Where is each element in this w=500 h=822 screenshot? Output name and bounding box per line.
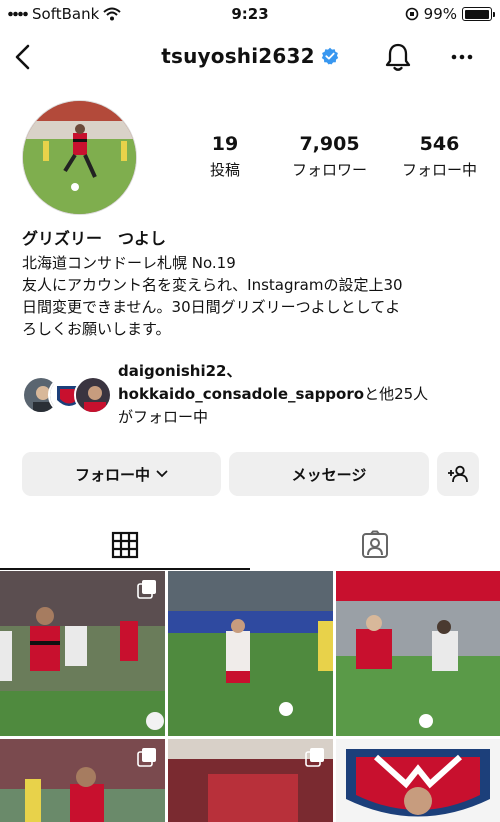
followed-by[interactable]: daigonishi22、 hokkaido_consadole_sapporo…	[22, 360, 492, 430]
following-button-label: フォロー中	[74, 465, 150, 484]
follower-name[interactable]: hokkaido_consadole_sapporo	[118, 385, 364, 403]
avatar-photo	[23, 101, 136, 214]
display-name: グリズリー つよし	[22, 229, 167, 248]
post-photo	[168, 571, 333, 736]
profile-header: tsuyoshi2632	[0, 32, 500, 82]
bio-line: ろしくお願いします。	[22, 320, 171, 338]
orientation-lock-icon	[405, 7, 418, 21]
profile-bio: グリズリー つよし 北海道コンサドーレ札幌 No.19 友人にアカウント名を変え…	[22, 228, 482, 340]
battery-icon	[462, 7, 495, 21]
tagged-person-icon	[362, 530, 388, 558]
followed-by-avatars	[22, 376, 112, 416]
followed-by-text: daigonishi22、 hokkaido_consadole_sapporo…	[118, 360, 428, 429]
multi-photo-icon	[137, 580, 156, 599]
stat-followers[interactable]: 7,905 フォロワー	[277, 133, 382, 180]
battery-level	[464, 9, 490, 19]
following-button[interactable]: フォロー中	[22, 452, 221, 496]
multi-photo-icon	[137, 748, 156, 767]
username: tsuyoshi2632	[161, 44, 315, 68]
post-thumbnail[interactable]	[0, 739, 165, 822]
following-count: 546	[419, 133, 460, 155]
multi-photo-icon	[305, 748, 324, 767]
post-thumbnail[interactable]	[336, 739, 500, 822]
bell-icon	[385, 43, 411, 71]
followed-by-suffix: がフォロー中	[118, 408, 209, 426]
stat-posts[interactable]: 19 投稿	[190, 133, 260, 180]
verified-badge-icon	[321, 47, 338, 65]
chevron-down-icon	[156, 470, 168, 478]
profile-avatar[interactable]	[22, 100, 137, 215]
following-label: フォロー中	[401, 161, 477, 179]
message-button[interactable]: メッセージ	[229, 452, 429, 496]
more-horizontal-icon	[451, 54, 473, 60]
bio-line: 友人にアカウント名を変えられ、Instagramの設定上30	[22, 276, 403, 294]
followers-label: フォロワー	[291, 161, 367, 179]
posts-count: 19	[211, 133, 239, 155]
tab-tagged[interactable]	[250, 520, 500, 570]
followers-count: 7,905	[299, 133, 360, 155]
followed-by-others: と他25人	[364, 385, 429, 403]
username-title: tsuyoshi2632	[0, 44, 500, 68]
follower-name[interactable]: daigonishi22、	[118, 362, 242, 380]
active-tab-indicator	[0, 568, 250, 570]
notifications-button[interactable]	[381, 40, 415, 74]
grid-icon	[111, 531, 139, 559]
more-options-button[interactable]	[445, 42, 479, 72]
bio-line: 日間変更できません。30日間グリズリーつよしとしてよ	[22, 298, 401, 316]
post-thumbnail[interactable]	[336, 571, 500, 736]
post-thumbnail[interactable]	[168, 571, 333, 736]
avatar	[74, 376, 112, 414]
post-photo	[336, 739, 500, 822]
posts-grid	[0, 571, 500, 822]
status-right: 99%	[405, 5, 495, 23]
tab-posts-grid[interactable]	[0, 520, 250, 570]
post-thumbnail[interactable]	[168, 739, 333, 822]
posts-label: 投稿	[209, 161, 240, 179]
status-bar: SoftBank 9:23 99%	[0, 0, 500, 30]
suggested-users-button[interactable]	[437, 452, 479, 496]
post-photo	[336, 571, 500, 736]
add-person-icon	[448, 465, 468, 483]
post-thumbnail[interactable]	[0, 571, 165, 736]
bio-line: 北海道コンサドーレ札幌 No.19	[22, 254, 236, 272]
stat-following[interactable]: 546 フォロー中	[387, 133, 492, 180]
message-button-label: メッセージ	[291, 465, 367, 484]
battery-percent: 99%	[423, 5, 457, 23]
